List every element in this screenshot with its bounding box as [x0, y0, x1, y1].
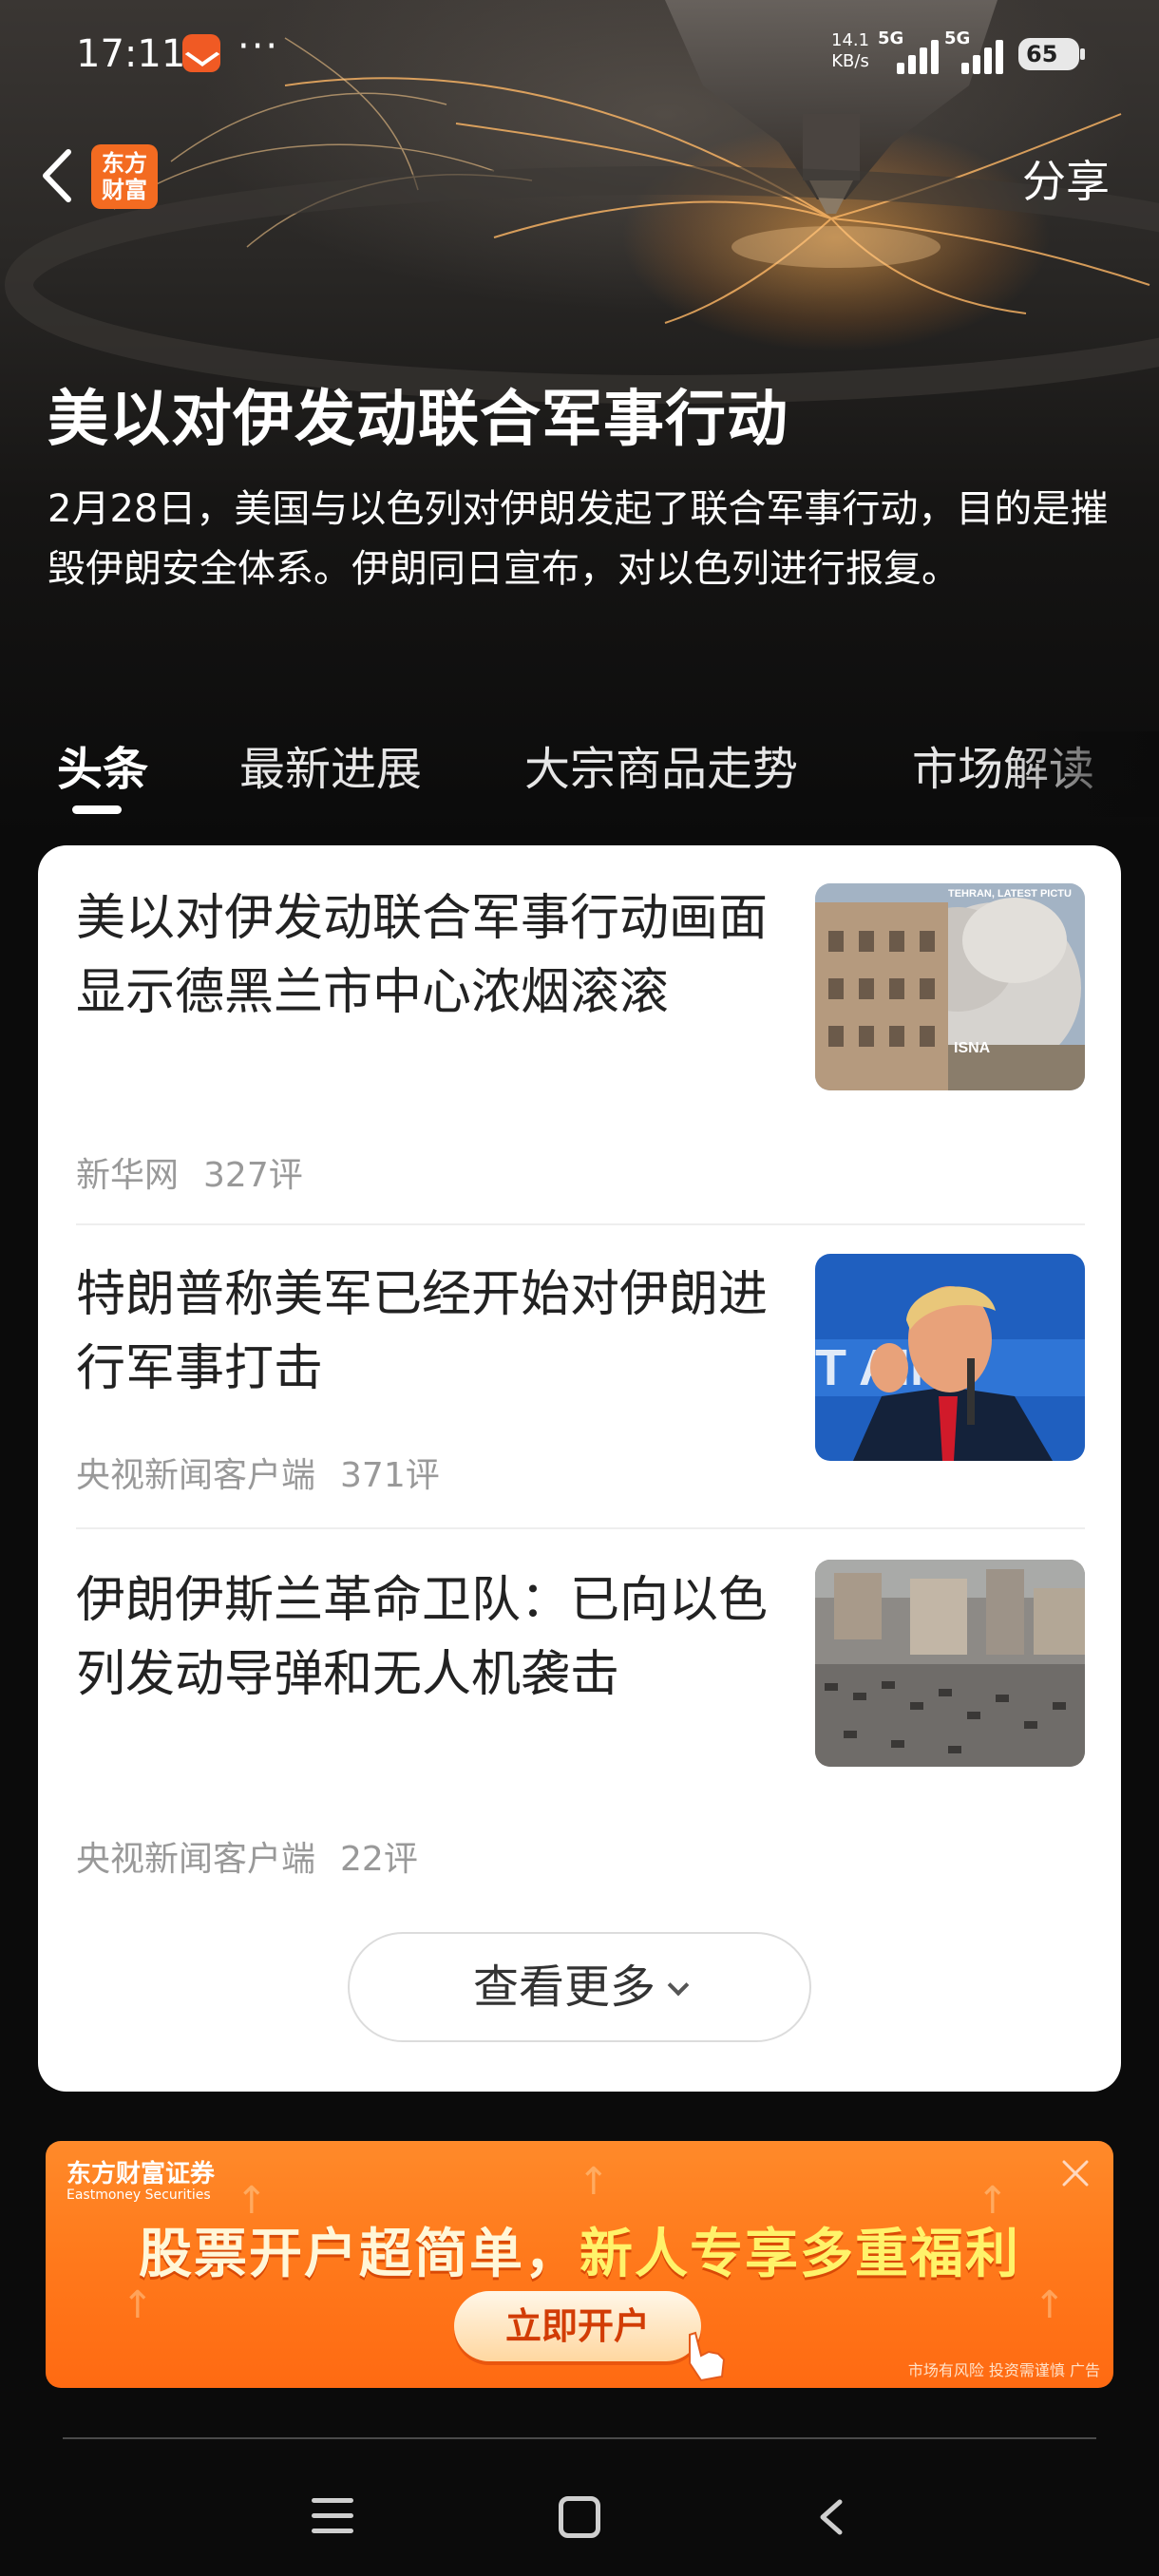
ad-brand-name: 东方财富证券	[66, 2160, 216, 2188]
page-title: 美以对伊发动联合军事行动	[48, 385, 788, 455]
signal-icon-sim1: 5G	[878, 28, 944, 74]
thumb-caption-text: TEHRAN, LATEST PICTU	[948, 888, 1072, 900]
news-meta: 新华网 327评	[76, 1147, 303, 1197]
news-thumbnail[interactable]	[815, 1560, 1085, 1767]
topic-description: 2月28日，美国与以色列对伊朗发起了联合军事行动，目的是摧毁伊朗安全体系。伊朗同…	[48, 487, 1109, 591]
news-meta: 央视新闻客户端 22评	[76, 1831, 418, 1881]
news-title[interactable]: 伊朗伊斯兰革命卫队：已向以色列发动导弹和无人机袭击	[76, 1563, 798, 1712]
news-source: 央视新闻客户端	[76, 1840, 316, 1879]
divider	[76, 1527, 1085, 1529]
share-button[interactable]: 分享	[1022, 147, 1110, 210]
signal-icon-sim2: 5G	[944, 28, 1011, 74]
more-notifications-icon: ···	[238, 25, 280, 68]
ad-disclaimer: 市场有风险 投资需谨慎 广告	[907, 2361, 1100, 2379]
news-comments: 371评	[340, 1456, 440, 1495]
battery-icon: 65	[1018, 38, 1085, 70]
status-time: 17:11	[76, 32, 186, 76]
view-more-button[interactable]: 查看更多	[348, 1932, 811, 2042]
app-notification-icon	[182, 34, 220, 72]
news-thumbnail[interactable]: T AIN	[815, 1254, 1085, 1461]
chevron-down-icon	[667, 1974, 690, 1997]
ad-headline-part1: 股票开户超简单，	[139, 2224, 580, 2285]
tab-fade-overlay	[1007, 731, 1159, 817]
back-button[interactable]	[38, 142, 76, 209]
smoke-over-tehran-image: TEHRAN, LATEST PICTU ISNA	[815, 883, 1085, 1090]
home-icon[interactable]	[559, 2496, 600, 2538]
view-more-label: 查看更多	[472, 1960, 656, 2014]
menu-icon[interactable]	[312, 2498, 353, 2534]
close-icon[interactable]	[1056, 2154, 1094, 2192]
thumb-watermark-text: ISNA	[954, 1040, 991, 1056]
tab-headlines[interactable]: 头条	[57, 731, 148, 798]
sim1-network-label: 5G	[878, 28, 904, 48]
tab-latest-progress[interactable]: 最新进展	[239, 731, 422, 798]
divider	[76, 1223, 1085, 1225]
system-navigation-bar	[0, 2451, 1159, 2576]
news-source: 央视新闻客户端	[76, 1456, 316, 1495]
sim2-network-label: 5G	[944, 28, 971, 48]
news-comments: 22评	[340, 1840, 418, 1879]
pointing-hand-icon	[689, 2331, 726, 2382]
ad-banner[interactable]: ↑ ↑ ↑ ↑ ↑ 东方财富证券 Eastmoney Securities 股票…	[46, 2141, 1113, 2388]
news-meta: 央视新闻客户端 371评	[76, 1448, 440, 1497]
news-comments: 327评	[203, 1156, 303, 1195]
tab-bar: 头条 最新进展 大宗商品走势 市场解读	[0, 731, 1159, 826]
active-tab-indicator	[72, 805, 122, 814]
city-aerial-photo	[815, 1560, 1085, 1767]
news-thumbnail[interactable]: TEHRAN, LATEST PICTU ISNA	[815, 883, 1085, 1090]
ad-headline: 股票开户超简单，新人专享多重福利	[46, 2211, 1113, 2288]
news-title[interactable]: 美以对伊发动联合军事行动画面显示德黑兰市中心浓烟滚滚	[76, 881, 798, 1030]
news-title[interactable]: 特朗普称美军已经开始对伊朗进行军事打击	[76, 1258, 798, 1406]
news-card: 美以对伊发动联合军事行动画面显示德黑兰市中心浓烟滚滚 新华网 327评 TEHRA…	[38, 845, 1121, 2092]
ad-brand-english: Eastmoney Securities	[66, 2188, 211, 2203]
ad-brand: 东方财富证券 Eastmoney Securities	[66, 2154, 215, 2203]
ad-headline-part2: 新人专享多重福利	[580, 2224, 1020, 2285]
news-source: 新华网	[76, 1156, 180, 1195]
tab-commodity-trends[interactable]: 大宗商品走势	[524, 731, 798, 798]
bottom-divider	[63, 2437, 1096, 2439]
open-account-button[interactable]: 立即开户	[454, 2291, 701, 2361]
eastmoney-logo: 东方 财富	[91, 144, 158, 209]
status-bar: 17:11 ··· 14.1 KB/s 5G 5G 65	[0, 0, 1159, 114]
back-icon[interactable]	[813, 2498, 851, 2536]
network-speed-unit: KB/s	[831, 51, 869, 71]
network-speed-value: 14.1	[831, 30, 870, 50]
back-chevron-icon	[43, 149, 71, 202]
speaker-photo: T AIN	[815, 1254, 1085, 1461]
network-speed: 14.1 KB/s	[831, 30, 869, 72]
